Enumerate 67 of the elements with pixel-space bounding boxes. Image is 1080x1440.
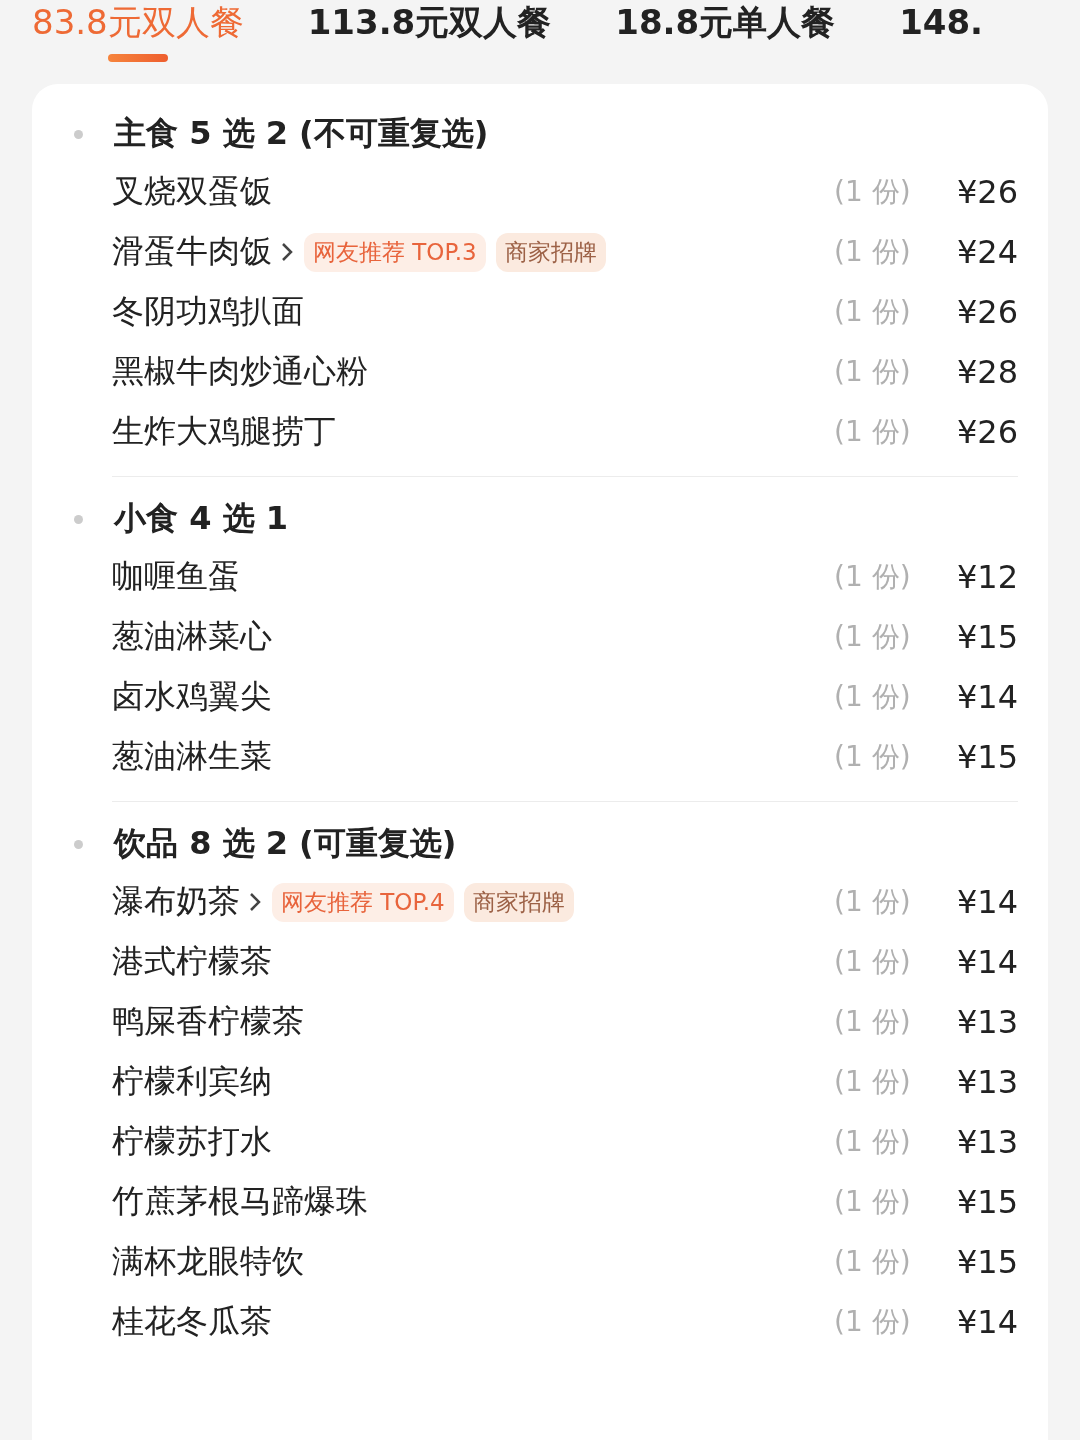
price-label: ¥14 (955, 943, 1018, 981)
quantity-label: (1 份) (834, 884, 912, 920)
bullet-icon (74, 514, 83, 524)
dish-name: 咖喱鱼蛋 (112, 556, 240, 597)
quantity-label: (1 份) (834, 1244, 912, 1280)
quantity-label: (1 份) (834, 294, 912, 330)
price-label: ¥15 (955, 618, 1018, 656)
quantity-label: (1 份) (834, 619, 912, 655)
quantity-label: (1 份) (834, 1304, 912, 1340)
section-title: 主食 5 选 2 (不可重复选) (114, 113, 489, 154)
dish-name: 满杯龙眼特饮 (112, 1241, 304, 1282)
tab[interactable]: 18.8元单人餐 (615, 0, 836, 60)
dish-name[interactable]: 瀑布奶茶 (112, 880, 240, 924)
price-label: ¥15 (955, 738, 1018, 776)
quantity-label: (1 份) (834, 679, 912, 715)
price-label: ¥13 (955, 1063, 1018, 1101)
dish-name: 鸭屎香柠檬茶 (112, 1001, 304, 1042)
dish-name: 柠檬利宾纳 (112, 1061, 272, 1102)
price-label: ¥15 (955, 1183, 1018, 1221)
quantity-label: (1 份) (834, 944, 912, 980)
dish-name: 竹蔗茅根马蹄爆珠 (112, 1181, 368, 1222)
price-label: ¥26 (955, 413, 1018, 451)
dish-name: 生炸大鸡腿捞丁 (112, 411, 336, 452)
quantity-label: (1 份) (834, 559, 912, 595)
quantity-label: (1 份) (834, 1004, 912, 1040)
dish-name: 叉烧双蛋饭 (112, 171, 272, 212)
price-label: ¥13 (955, 1003, 1018, 1041)
price-label: ¥12 (955, 558, 1018, 596)
dish-name: 柠檬苏打水 (112, 1121, 272, 1162)
dish-name: 冬阴功鸡扒面 (112, 291, 304, 332)
price-label: ¥26 (955, 173, 1018, 211)
price-label: ¥14 (955, 678, 1018, 716)
dish-name[interactable]: 滑蛋牛肉饭 (112, 230, 272, 274)
dish-name: 葱油淋菜心 (112, 616, 272, 657)
price-label: ¥24 (955, 233, 1018, 271)
quantity-label: (1 份) (834, 174, 912, 210)
price-label: ¥28 (955, 353, 1018, 391)
price-label: ¥14 (955, 1303, 1018, 1341)
tab[interactable]: 113.8元双人餐 (307, 0, 552, 60)
dish-name: 港式柠檬茶 (112, 941, 272, 982)
quantity-label: (1 份) (834, 739, 912, 775)
tab-indicator (107, 54, 168, 62)
price-label: ¥26 (955, 293, 1018, 331)
signature-tag: 商家招牌 (463, 882, 574, 922)
tab[interactable]: 148. (899, 0, 984, 60)
dish-name: 葱油淋生菜 (112, 736, 272, 777)
section-title: 饮品 8 选 2 (可重复选) (114, 823, 457, 864)
bullet-icon (74, 129, 83, 139)
chevron-icon[interactable] (280, 241, 294, 263)
quantity-label: (1 份) (834, 354, 912, 390)
section-title: 小食 4 选 1 (114, 498, 288, 539)
quantity-label: (1 份) (834, 1064, 912, 1100)
price-label: ¥14 (955, 883, 1018, 921)
quantity-label: (1 份) (834, 234, 912, 270)
quantity-label: (1 份) (834, 414, 912, 450)
price-label: ¥15 (955, 1243, 1018, 1281)
dish-name: 桂花冬瓜茶 (112, 1301, 272, 1342)
dish-name: 卤水鸡翼尖 (112, 676, 272, 717)
chevron-icon[interactable] (248, 891, 262, 913)
price-label: ¥13 (955, 1123, 1018, 1161)
quantity-label: (1 份) (834, 1184, 912, 1220)
ranking-tag: 网友推荐 TOP.3 (304, 232, 486, 272)
bullet-icon (74, 839, 83, 849)
ranking-tag: 网友推荐 TOP.4 (272, 882, 454, 922)
quantity-label: (1 份) (834, 1124, 912, 1160)
dish-name: 黑椒牛肉炒通心粉 (112, 351, 368, 392)
signature-tag: 商家招牌 (495, 232, 606, 272)
